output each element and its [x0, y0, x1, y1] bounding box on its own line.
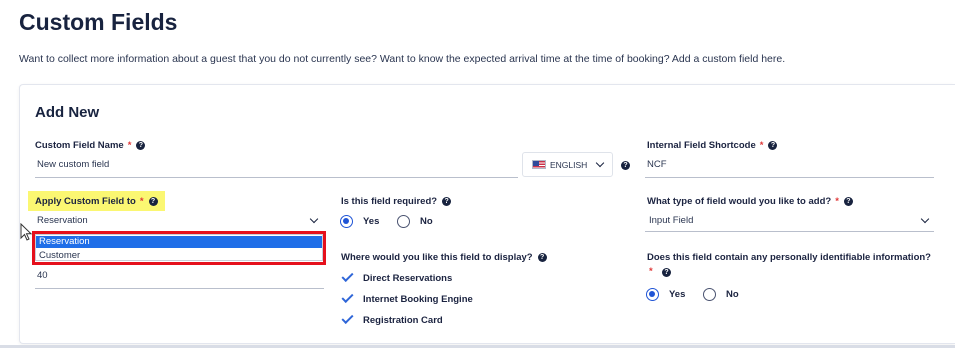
required-asterisk: * [139, 196, 144, 207]
display-option-direct-reservations[interactable]: Direct Reservations [363, 273, 452, 284]
page-title: Custom Fields [19, 9, 178, 35]
help-icon[interactable]: ? [148, 197, 158, 206]
help-icon[interactable]: ? [768, 141, 778, 150]
pii-no-label[interactable]: No [726, 289, 739, 300]
pii-question-required: * [647, 266, 653, 277]
required-question-label: Is this field required? ? [341, 196, 452, 207]
apply-to-label: Apply Custom Field to * ? [35, 196, 158, 207]
display-option-registration-card[interactable]: Registration Card [363, 315, 443, 326]
pii-no-radio[interactable] [703, 288, 716, 301]
required-asterisk: * [835, 196, 839, 207]
custom-field-name-label: Custom Field Name * ? [35, 140, 146, 151]
required-asterisk: * [127, 140, 132, 151]
chevron-down-icon [595, 158, 605, 168]
language-value: ENGLISH [550, 159, 588, 170]
pii-question-label: Does this field contain any personally i… [647, 252, 931, 263]
field-type-select-value[interactable]: Input Field [649, 215, 693, 226]
help-icon[interactable]: ? [537, 253, 547, 262]
card-title: Add New [35, 104, 100, 121]
field-type-label: What type of field would you like to add… [647, 196, 853, 207]
required-asterisk: * [649, 266, 653, 277]
mouse-cursor-icon [20, 223, 33, 241]
internal-shortcode-input[interactable]: NCF [647, 159, 667, 170]
us-flag-icon [532, 160, 546, 169]
pii-yes-radio[interactable] [646, 288, 659, 301]
partial-field-underline [35, 288, 324, 289]
language-help-icon[interactable]: ? [621, 161, 630, 170]
display-option-internet-booking-engine[interactable]: Internet Booking Engine [363, 294, 473, 305]
internal-shortcode-underline [645, 177, 934, 178]
required-yes-radio[interactable] [340, 215, 353, 228]
add-new-card [19, 84, 955, 344]
pii-help-icon[interactable]: ? [662, 268, 671, 277]
required-no-label[interactable]: No [420, 216, 433, 227]
required-asterisk: * [759, 140, 764, 151]
apply-to-select-value[interactable]: Reservation [37, 215, 88, 226]
help-icon[interactable]: ? [442, 197, 452, 206]
help-icon[interactable]: ? [843, 197, 853, 206]
pii-yes-label[interactable]: Yes [669, 289, 685, 300]
help-icon[interactable]: ? [136, 141, 146, 150]
field-type-underline [645, 231, 934, 232]
required-yes-label[interactable]: Yes [363, 216, 379, 227]
required-no-radio[interactable] [397, 215, 410, 228]
page-intro-text: Want to collect more information about a… [19, 53, 786, 65]
internal-shortcode-label: Internal Field Shortcode * ? [647, 140, 778, 151]
display-question-label: Where would you like this field to displ… [341, 252, 547, 263]
custom-field-name-input[interactable]: New custom field [37, 159, 109, 170]
custom-field-name-underline [35, 177, 518, 178]
annotation-red-box [32, 231, 326, 265]
language-select[interactable]: ENGLISH [522, 152, 613, 177]
partial-field-value[interactable]: 40 [37, 270, 48, 281]
